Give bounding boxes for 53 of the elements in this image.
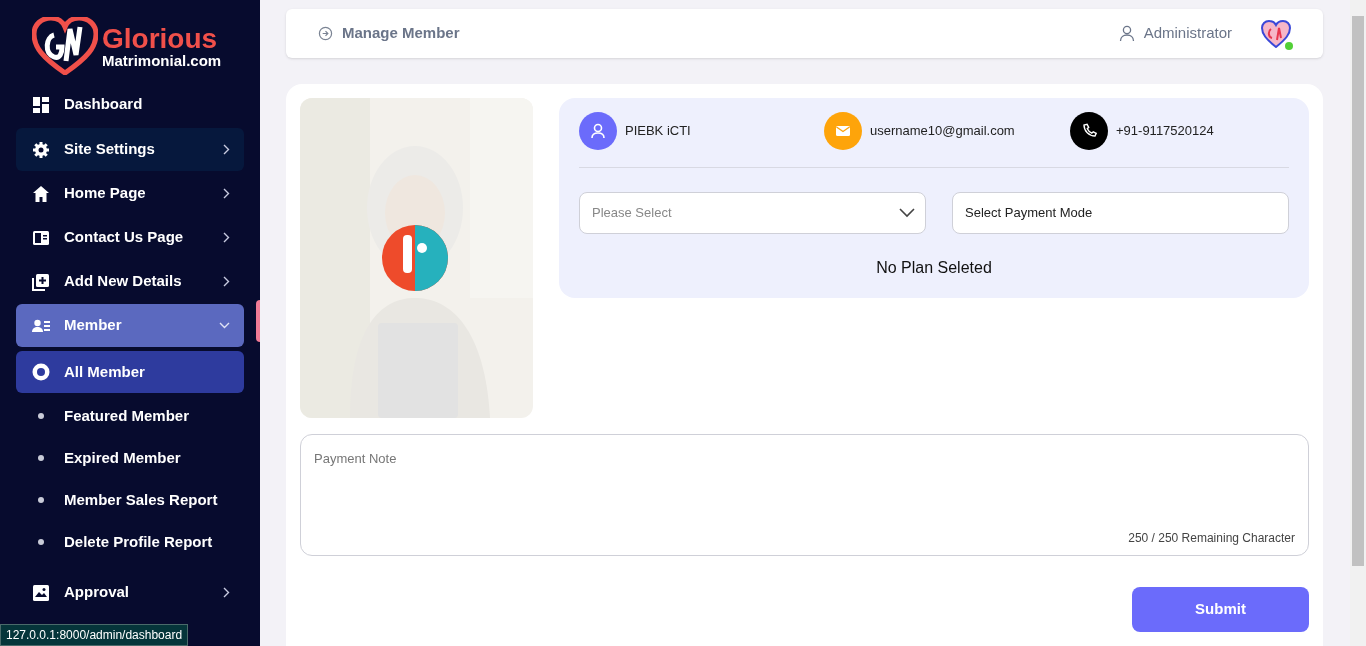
chevron-right-icon [223, 276, 230, 287]
chevron-down-icon [219, 322, 230, 329]
sidebar-item[interactable]: Member [16, 304, 244, 347]
page-title: Manage Member [342, 23, 460, 44]
sidebar-item[interactable]: Add New Details [16, 260, 244, 303]
card-icon [32, 228, 50, 247]
user-name[interactable]: Administrator [1143, 22, 1232, 45]
submenu-item[interactable]: All Member [16, 351, 244, 393]
logo-icon [32, 17, 98, 75]
image-icon [32, 583, 50, 602]
submenu-item[interactable]: Delete Profile Report [16, 521, 244, 563]
sidebar-item[interactable]: Contact Us Page [16, 216, 244, 259]
chevron-right-icon [223, 232, 230, 243]
avatar-logo-icon[interactable] [1261, 19, 1291, 48]
submenu-item[interactable]: Featured Member [16, 395, 244, 437]
sidebar-item[interactable]: Site Settings [16, 128, 244, 171]
sidebar-item[interactable]: Home Page [16, 172, 244, 215]
chevron-right-icon [223, 188, 230, 199]
chevron-right-icon [223, 587, 230, 598]
scrollbar[interactable] [1350, 0, 1366, 646]
payment-note-field[interactable]: Payment Note 250 / 250 Remaining Character [300, 434, 1309, 556]
payment-mode-field[interactable]: Select Payment Mode [952, 192, 1289, 234]
submit-button[interactable]: Submit [1132, 587, 1309, 632]
member-email: username10@gmail.com [870, 122, 1015, 141]
user-icon [579, 112, 617, 150]
phone-icon [1070, 112, 1108, 150]
user-icon [1118, 25, 1135, 42]
plan-status: No Plan Seleted [876, 258, 992, 278]
sidebar-item[interactable]: Dashboard [16, 83, 244, 126]
chevron-down-icon [899, 208, 915, 218]
submenu-item[interactable]: Member Sales Report [16, 479, 244, 521]
status-url: 127.0.0.1:8000/admin/dashboard [0, 624, 189, 646]
member-name: PIEBK iCTI [625, 122, 691, 141]
bullet-icon [38, 497, 44, 503]
bullet-icon [38, 413, 44, 419]
add-box-icon [32, 272, 50, 291]
member-phone: +91-9117520124 [1116, 122, 1214, 141]
plan-select[interactable]: Please Select [579, 192, 926, 234]
mail-icon [824, 112, 862, 150]
character-counter: 250 / 250 Remaining Character [1128, 530, 1295, 547]
brand-name: Glorious [102, 24, 219, 53]
bullet-icon [38, 455, 44, 461]
home-icon [32, 184, 50, 203]
sidebar-item[interactable]: Approval [16, 571, 244, 614]
brand-domain: Matrimonial.com [102, 52, 222, 68]
sidebar-handle[interactable] [256, 300, 260, 342]
dashboard-icon [32, 95, 50, 114]
bullet-icon [38, 539, 44, 545]
submenu-item[interactable]: Expired Member [16, 437, 244, 479]
arrow-circle-icon [318, 26, 333, 41]
radio-dot-icon [32, 363, 50, 381]
settings-icon [32, 140, 50, 159]
chevron-right-icon [223, 144, 230, 155]
